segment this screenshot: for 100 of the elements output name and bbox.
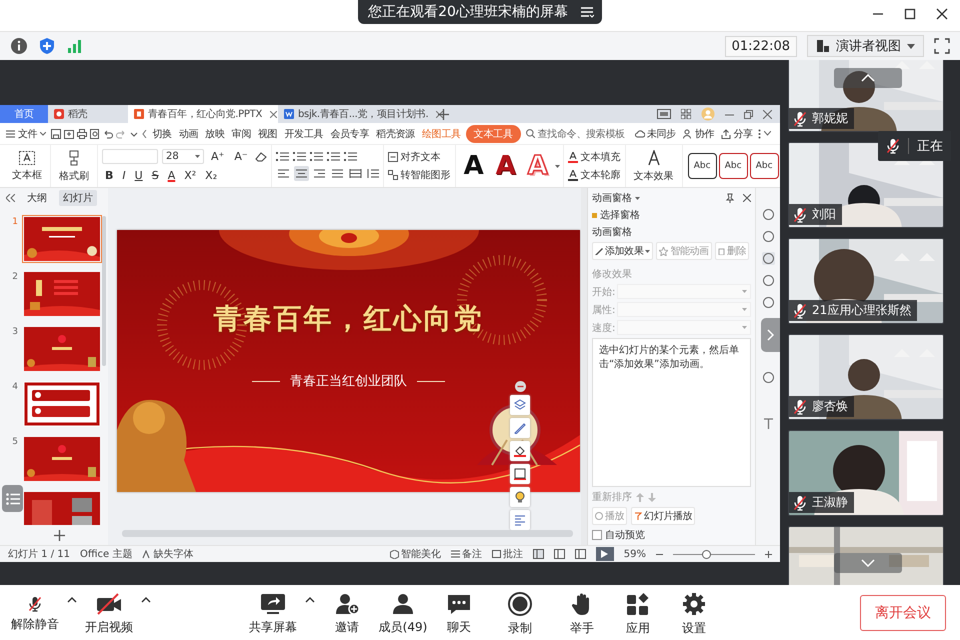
number-list-icon[interactable] <box>292 151 306 162</box>
panel-tab[interactable]: 大纲 <box>23 190 51 206</box>
dropdown-field[interactable] <box>617 284 751 299</box>
window-layout-icon[interactable] <box>657 109 671 119</box>
maximize-icon[interactable] <box>904 8 916 20</box>
grid-view-icon[interactable] <box>554 549 565 559</box>
zoom-in-icon[interactable] <box>765 550 772 558</box>
shape-style[interactable]: Abc <box>718 153 748 179</box>
normal-view-icon[interactable] <box>532 549 544 559</box>
close-icon[interactable] <box>743 194 751 202</box>
shape-style[interactable]: Abc <box>750 153 779 179</box>
menu-button[interactable] <box>580 6 594 18</box>
font-name-field[interactable] <box>102 149 158 164</box>
select-pane-link[interactable]: 选择窗格 <box>592 208 751 222</box>
preview-icon[interactable] <box>90 128 100 138</box>
notes-button[interactable]: 备注 <box>450 547 482 561</box>
file-menu[interactable]: 文件 <box>4 124 48 142</box>
indent-icon[interactable] <box>326 151 340 162</box>
text-effect-button[interactable]: 文本效果 <box>630 148 678 184</box>
menu-tab[interactable]: 放映 <box>203 124 227 142</box>
caret-icon[interactable] <box>554 164 560 168</box>
dropdown-field[interactable] <box>617 302 751 317</box>
align-text-button[interactable]: 对齐文本 <box>388 150 451 164</box>
collapse-icon[interactable] <box>6 194 15 202</box>
font-size-button[interactable]: A⁺ <box>208 149 228 164</box>
pin-icon[interactable] <box>725 193 735 203</box>
panel-tab[interactable]: 幻灯片 <box>59 190 97 206</box>
reading-view-icon[interactable] <box>574 549 586 559</box>
format-button[interactable]: S <box>148 168 162 183</box>
zoom-slider[interactable] <box>673 550 755 558</box>
menu-tab[interactable]: 动画 <box>176 124 200 142</box>
beautify-button[interactable]: 智能美化 <box>390 547 441 561</box>
horizontal-scrollbar[interactable] <box>122 530 573 537</box>
shield-icon[interactable] <box>38 37 56 55</box>
menu-tab[interactable]: 视图 <box>256 124 280 142</box>
text-wrap-button[interactable] <box>510 510 530 530</box>
format-button[interactable]: A <box>164 168 178 183</box>
toolbar-button[interactable]: 录制 <box>490 588 550 637</box>
menu-tab[interactable]: 审阅 <box>230 124 254 142</box>
pen-button[interactable] <box>510 418 530 438</box>
bulb-button[interactable] <box>510 487 530 507</box>
toolbar-button[interactable]: 共享屏幕 <box>243 589 303 636</box>
header-action[interactable]: 分享 <box>719 124 755 142</box>
info-icon[interactable] <box>10 37 28 55</box>
fullscreen-icon[interactable] <box>934 38 950 54</box>
menu-tab[interactable]: 会员专享 <box>328 124 372 142</box>
file-tab[interactable]: 稻壳 <box>48 105 128 123</box>
menu-tab[interactable]: 开发工具 <box>282 124 326 142</box>
close-icon[interactable] <box>936 8 948 20</box>
panel-toggle-button[interactable] <box>761 318 780 352</box>
header-action[interactable]: 协作 <box>680 124 716 142</box>
header-action[interactable]: 未同步 <box>632 124 678 142</box>
outline-menu[interactable] <box>2 485 23 512</box>
view-dropdown[interactable]: 演讲者视图 <box>807 35 924 57</box>
format-button[interactable]: X² <box>181 168 200 183</box>
add-slide-button[interactable] <box>54 530 64 540</box>
format-button[interactable]: X₂ <box>202 168 220 183</box>
pane-title-dropdown[interactable]: 动画窗格 <box>592 191 640 205</box>
line-spacing-icon[interactable] <box>366 168 379 179</box>
text-fill-button[interactable]: 文本填充 <box>568 150 621 164</box>
caret-icon[interactable] <box>764 131 771 136</box>
format-button[interactable]: U <box>132 168 146 183</box>
font-size-field[interactable]: 28 <box>162 149 204 164</box>
smart-art-button[interactable]: 转智能图形 <box>388 168 451 182</box>
outdent-icon[interactable] <box>310 151 323 162</box>
command-search[interactable]: 查找命令、搜索模板 <box>524 124 627 142</box>
menu-tab[interactable]: 稻壳资源 <box>374 124 417 142</box>
align-button[interactable] <box>348 166 363 181</box>
options-caret[interactable] <box>139 597 153 603</box>
leave-meeting-button[interactable]: 离开会议 <box>860 594 946 630</box>
format-button[interactable]: I <box>119 168 129 183</box>
comment-button[interactable]: 批注 <box>492 547 523 561</box>
toolbar-button[interactable]: 开启视频 <box>79 589 139 636</box>
wordart-style[interactable]: A <box>522 149 553 183</box>
file-tab[interactable]: 青春百年，红心向党.PPTX <box>128 105 278 123</box>
menu-tab[interactable]: 切换 <box>150 124 174 142</box>
dropdown-field[interactable] <box>617 320 751 335</box>
shape-style[interactable]: Abc <box>688 153 717 179</box>
file-tab[interactable]: bsjk.青春百...党，项目计划书. <box>278 105 428 123</box>
restore-icon[interactable] <box>744 110 753 118</box>
grid-icon[interactable] <box>681 109 691 119</box>
add-tab-icon[interactable] <box>438 108 449 120</box>
align-button[interactable] <box>294 166 309 181</box>
slideshow-button[interactable]: 幻灯片播放 <box>631 507 696 525</box>
file-tab[interactable]: 首页 <box>0 105 48 123</box>
save-icon[interactable] <box>51 128 62 138</box>
options-caret[interactable] <box>303 597 317 603</box>
wordart-style[interactable]: A <box>458 149 489 183</box>
eraser-icon[interactable] <box>254 152 267 162</box>
export-icon[interactable] <box>64 128 74 138</box>
text-icon[interactable] <box>762 417 774 430</box>
close-icon[interactable] <box>436 110 444 118</box>
text-outline-button[interactable]: 文本轮廓 <box>568 168 621 182</box>
toolbar-button[interactable]: 解除静音 <box>5 592 65 633</box>
layers-button[interactable] <box>510 395 530 415</box>
checkbox[interactable] <box>592 530 602 540</box>
undo-icon[interactable] <box>103 128 114 138</box>
print-icon[interactable] <box>77 128 88 138</box>
collapse-button[interactable] <box>514 381 526 392</box>
spacing-icon[interactable] <box>344 151 357 162</box>
